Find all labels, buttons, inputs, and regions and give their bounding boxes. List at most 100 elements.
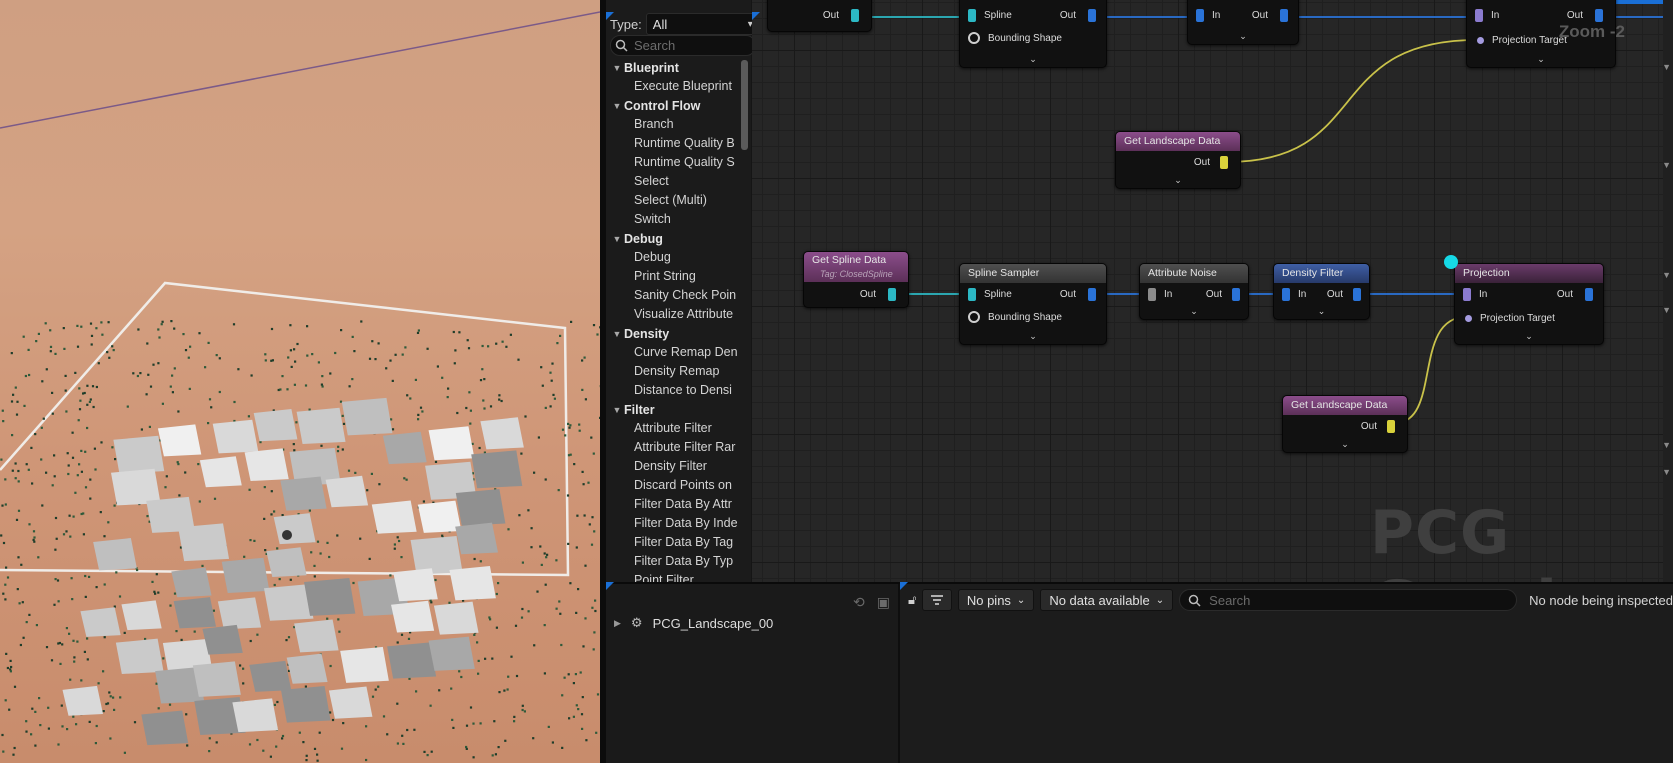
lock-icon[interactable]: 🔓︎ [908, 592, 916, 608]
palette-item[interactable]: Filter Data By Typ [610, 552, 750, 571]
chevron-down-icon[interactable]: ▼ [1662, 62, 1671, 72]
chevron-right-icon[interactable]: ▶ [614, 618, 621, 629]
palette-category[interactable]: ▼ Debug [610, 229, 750, 248]
palette-item[interactable]: Sanity Check Poin [610, 286, 750, 305]
palette-search-input[interactable] [634, 38, 744, 53]
expand-chevron-icon[interactable]: ⌄ [1283, 439, 1407, 450]
expand-chevron-icon[interactable]: ⌄ [1455, 331, 1603, 342]
pin-out[interactable]: Out [1327, 288, 1361, 301]
folder-filter-icon[interactable]: ▣ [877, 594, 890, 611]
grass-clump [49, 345, 53, 348]
details-collapsed-bar[interactable]: ▼ ▼ ▼ ▼ ▼ ▼ [1662, 0, 1673, 582]
expand-chevron-icon[interactable]: ⌄ [1274, 306, 1369, 317]
palette-item[interactable]: Branch [610, 115, 750, 134]
chevron-down-icon[interactable]: ▼ [1662, 440, 1671, 450]
pin-bounding-shape[interactable]: Bounding Shape [968, 32, 1062, 44]
palette-item[interactable]: Select (Multi) [610, 191, 750, 210]
pin-in[interactable]: In [1196, 9, 1220, 22]
chevron-down-icon[interactable]: ▼ [610, 63, 624, 73]
palette-category[interactable]: ▼ Density [610, 324, 750, 343]
expand-chevron-icon[interactable]: ⌄ [1467, 54, 1615, 65]
node-top-spline-sampler[interactable]: Spline Out Bounding Shape ⌄ [959, 0, 1107, 68]
palette-category[interactable]: ▼ Filter [610, 400, 750, 419]
palette-item[interactable]: Print String [610, 267, 750, 286]
palette-item[interactable]: Discard Points on [610, 476, 750, 495]
palette-item[interactable]: Attribute Filter [610, 419, 750, 438]
pin-in[interactable]: In [1282, 288, 1306, 301]
chevron-down-icon[interactable]: ▼ [610, 234, 624, 244]
palette-category[interactable]: ▼ Control Flow [610, 96, 750, 115]
chevron-down-icon[interactable]: ▼ [610, 405, 624, 415]
palette-item[interactable]: Debug [610, 248, 750, 267]
palette-item[interactable]: Density Filter [610, 457, 750, 476]
node-get-landscape-data-top[interactable]: Get Landscape Data Out ⌄ [1115, 131, 1241, 189]
node-attribute-noise[interactable]: Attribute Noise In Out ⌄ [1139, 263, 1249, 320]
chevron-down-icon[interactable]: ▼ [1662, 305, 1671, 315]
pin-out[interactable]: Out [1194, 156, 1228, 169]
pin-out[interactable]: Out [1361, 420, 1395, 433]
expand-chevron-icon[interactable]: ⌄ [1116, 175, 1240, 186]
pin-spline[interactable]: Spline [968, 288, 1012, 301]
pin-out[interactable]: Out [1567, 9, 1603, 22]
pin-out[interactable]: Out [823, 9, 859, 22]
palette-item[interactable]: Runtime Quality S [610, 153, 750, 172]
expand-chevron-icon[interactable]: ⌄ [1188, 31, 1298, 42]
level-viewport[interactable] [0, 0, 600, 763]
palette-item[interactable]: Density Remap [610, 362, 750, 381]
palette-item[interactable]: Distance to Densi [610, 381, 750, 400]
node-top-source[interactable]: Out [767, 0, 872, 32]
pin-spline[interactable]: Spline [968, 9, 1012, 22]
palette-item[interactable]: Filter Data By Inde [610, 514, 750, 533]
node-spline-sampler[interactable]: Spline Sampler Spline Out Bounding Shape… [959, 263, 1107, 345]
grass-clump [4, 583, 7, 586]
palette-search[interactable] [610, 35, 756, 56]
chevron-down-icon[interactable]: ▼ [610, 101, 624, 111]
pin-projection-target[interactable]: Projection Target [1477, 35, 1567, 46]
palette-item[interactable]: Execute Blueprint [610, 77, 750, 96]
pin-in[interactable]: In [1463, 288, 1487, 301]
expand-chevron-icon[interactable]: ⌄ [960, 54, 1106, 65]
expand-chevron-icon[interactable]: ⌄ [960, 331, 1106, 342]
tree-item-pcg-landscape[interactable]: ▶ ⚙ PCG_Landscape_00 [614, 615, 773, 631]
refresh-icon[interactable]: ⟲ [853, 594, 865, 611]
pin-out[interactable]: Out [1060, 288, 1096, 301]
pin-out[interactable]: Out [1557, 288, 1593, 301]
node-get-spline-data[interactable]: Get Spline Data Tag: ClosedSpline Out [803, 251, 909, 308]
pin-out[interactable]: Out [1060, 9, 1096, 22]
palette-scrollbar[interactable] [741, 60, 748, 150]
palette-item[interactable]: Curve Remap Den [610, 343, 750, 362]
palette-item[interactable]: Attribute Filter Rar [610, 438, 750, 457]
chevron-down-icon[interactable]: ▼ [610, 329, 624, 339]
node-top-filter[interactable]: In Out ⌄ [1187, 0, 1299, 45]
palette-item[interactable]: Visualize Attribute [610, 305, 750, 324]
inspect-search-input[interactable] [1209, 592, 1510, 608]
tree-toolbar: ⟲ ▣ [853, 594, 890, 611]
pin-bounding-shape[interactable]: Bounding Shape [968, 311, 1062, 323]
chevron-down-icon[interactable]: ▼ [1662, 467, 1671, 477]
node-projection[interactable]: Projection In Out Projection Target ⌄ [1454, 263, 1604, 345]
palette-item[interactable]: Runtime Quality B [610, 134, 750, 153]
data-dropdown[interactable]: No data available ⌄ [1040, 589, 1174, 611]
chevron-down-icon[interactable]: ▼ [1662, 270, 1671, 280]
pin-out[interactable]: Out [1206, 288, 1240, 301]
pins-dropdown[interactable]: No pins ⌄ [957, 589, 1035, 611]
pin-in[interactable]: In [1148, 288, 1172, 301]
pin-in[interactable]: In [1475, 9, 1499, 22]
palette-item[interactable]: Filter Data By Attr [610, 495, 750, 514]
pcg-graph-canvas[interactable]: Out Spline Out Bounding Shape ⌄ In Out ⌄… [752, 0, 1673, 582]
type-select[interactable]: All ▾ [645, 13, 760, 35]
palette-item[interactable]: Select [610, 172, 750, 191]
inspect-search[interactable] [1179, 589, 1518, 611]
chevron-down-icon[interactable]: ▼ [1662, 160, 1671, 170]
palette-item[interactable]: Point Filter [610, 571, 750, 582]
pin-out[interactable]: Out [1252, 9, 1288, 22]
expand-chevron-icon[interactable]: ⌄ [1140, 306, 1248, 317]
palette-category[interactable]: ▼ Blueprint [610, 58, 750, 77]
filter-icon[interactable] [922, 589, 952, 611]
palette-item[interactable]: Filter Data By Tag [610, 533, 750, 552]
pin-out[interactable]: Out [860, 288, 896, 301]
node-get-landscape-data-bottom[interactable]: Get Landscape Data Out ⌄ [1282, 395, 1408, 453]
pin-projection-target[interactable]: Projection Target [1465, 313, 1555, 324]
node-density-filter[interactable]: Density Filter In Out ⌄ [1273, 263, 1370, 320]
palette-item[interactable]: Switch [610, 210, 750, 229]
